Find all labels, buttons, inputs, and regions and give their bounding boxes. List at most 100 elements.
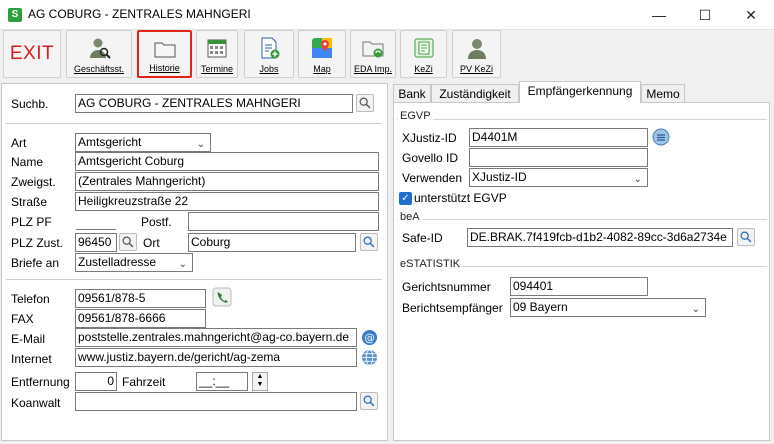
verwenden-select[interactable]: XJustiz-ID ⌄ [469,168,648,187]
email-input[interactable]: poststelle.zentrales.mahngericht@ag-co.b… [75,328,357,347]
tab-empfaengerkennung[interactable]: Empfängerkennung [519,81,641,103]
email-label: E-Mail [11,332,46,346]
safe-id-input[interactable]: DE.BRAK.7f419fcb-d1b2-4082-89cc-3d6a2734… [467,228,733,247]
berichtsempfaenger-value: 09 Bayern [513,300,568,314]
search-icon [363,236,375,248]
telefon-input[interactable]: 09561/878-5 [75,289,206,308]
fahrzeit-input[interactable]: __:__ [196,372,248,391]
fahrzeit-label: Fahrzeit [122,375,166,389]
person-icon [467,39,486,59]
suchb-input[interactable]: AG COBURG - ZENTRALES MAHNGERI [75,94,353,113]
historie-button[interactable]: Historie [137,30,192,78]
chevron-down-icon: ⌄ [196,139,205,150]
entfernung-input[interactable]: 0 [75,372,117,391]
map-button[interactable]: Map [298,30,346,78]
briefe-select[interactable]: Zustelladresse ⌄ [75,253,193,272]
geschaeftsstelle-button[interactable]: Geschäftsst. [66,30,132,78]
egvp-checkbox[interactable]: ✓ [399,192,412,205]
document-add-icon [261,37,280,59]
chevron-down-icon: ⌄ [633,174,642,185]
termine-label: Termine [200,64,233,74]
close-button[interactable]: ✕ [728,0,774,30]
search-icon [122,236,134,248]
telefon-label: Telefon [11,292,50,306]
at-icon: @ [361,329,378,346]
tab-bank[interactable]: Bank [393,84,431,103]
zweigst-label: Zweigst. [11,175,56,189]
folder-icon [154,42,175,58]
xjustiz-id-input[interactable]: D4401M [469,128,648,147]
gerichtsnummer-input[interactable]: 094401 [510,277,648,296]
maximize-button[interactable]: ☐ [682,0,728,30]
estatistik-group [397,266,767,326]
tab-memo[interactable]: Memo [641,84,685,103]
fax-input[interactable]: 09561/878-6666 [75,309,206,328]
strasse-input[interactable]: Heiligkreuzstraße 22 [75,192,379,211]
govello-input[interactable] [469,148,648,167]
postf-input[interactable] [188,212,379,231]
pv-kezi-label: PV KeZi [459,64,493,74]
search-icon [363,395,375,407]
globe-icon [361,349,378,366]
koanwalt-input[interactable] [75,392,357,411]
briefe-value: Zustelladresse [78,255,157,269]
koanwalt-search-button[interactable] [360,392,378,410]
verwenden-value: XJustiz-ID [472,170,527,184]
spin-down-icon[interactable]: ▼ [253,381,267,389]
pv-kezi-button[interactable]: PV KeZi [452,30,501,78]
svg-text:@: @ [364,332,374,344]
xjustiz-id-label: XJustiz-ID [402,131,457,145]
fax-label: FAX [11,312,34,326]
name-input[interactable]: Amtsgericht Coburg [75,152,379,171]
exit-button[interactable]: EXIT [3,30,61,78]
estatistik-title: eSTATISTIK [398,258,463,270]
minimize-button[interactable]: — [636,0,682,30]
jobs-button[interactable]: Jobs [244,30,294,78]
eda-import-label: EDA Imp. [353,64,392,74]
entfernung-label: Entfernung [11,375,70,389]
exit-label: EXIT [9,43,55,64]
map-label: Map [313,64,331,74]
jobs-label: Jobs [259,64,279,74]
koanwalt-label: Koanwalt [11,396,61,410]
plz-search-button[interactable] [119,233,137,251]
send-email-button[interactable]: @ [361,329,378,346]
egvp-checkbox-label: unterstützt EGVP [414,191,507,205]
chevron-down-icon: ⌄ [178,259,187,270]
safe-id-search-button[interactable] [737,228,755,246]
person-search-icon [90,38,111,59]
plz-pf-label: PLZ PF [11,215,52,229]
termine-button[interactable]: Termine [196,30,238,78]
list-icon [652,128,670,146]
plz-pf-input[interactable] [76,211,116,230]
art-label: Art [11,136,27,150]
fahrzeit-spinner[interactable]: ▲ ▼ [252,372,268,391]
window-title: AG COBURG - ZENTRALES MAHNGERI [28,7,251,21]
postf-label: Postf. [141,215,172,229]
govello-label: Govello ID [402,151,459,165]
tab-zustaendigkeit[interactable]: Zuständigkeit [431,84,519,103]
art-value: Amtsgericht [78,135,142,149]
safe-id-label: Safe-ID [402,231,443,245]
kezi-button[interactable]: KeZi [400,30,447,78]
xjustiz-lookup-button[interactable] [652,128,670,146]
app-icon: S [8,8,22,22]
internet-input[interactable]: www.justiz.bayern.de/gericht/ag-zema [75,348,357,367]
suchb-label: Suchb. [11,97,49,111]
ort-search-button[interactable] [360,233,378,251]
eda-import-button[interactable]: EDA Imp. [350,30,396,78]
suchb-search-button[interactable] [356,94,374,112]
ort-input[interactable]: Coburg [188,233,356,252]
briefe-label: Briefe an [11,256,60,270]
spin-up-icon[interactable]: ▲ [253,373,267,381]
historie-label: Historie [149,63,180,73]
art-select[interactable]: Amtsgericht ⌄ [75,133,211,152]
zweigst-input[interactable]: (Zentrales Mahngericht) [75,172,379,191]
ort-label: Ort [143,236,160,250]
search-icon [359,97,371,109]
open-website-button[interactable] [361,349,378,366]
plz-zust-input[interactable]: 96450 [75,233,117,252]
berichtsempfaenger-select[interactable]: 09 Bayern ⌄ [510,298,706,317]
separator [6,279,382,280]
call-button[interactable] [212,287,232,307]
